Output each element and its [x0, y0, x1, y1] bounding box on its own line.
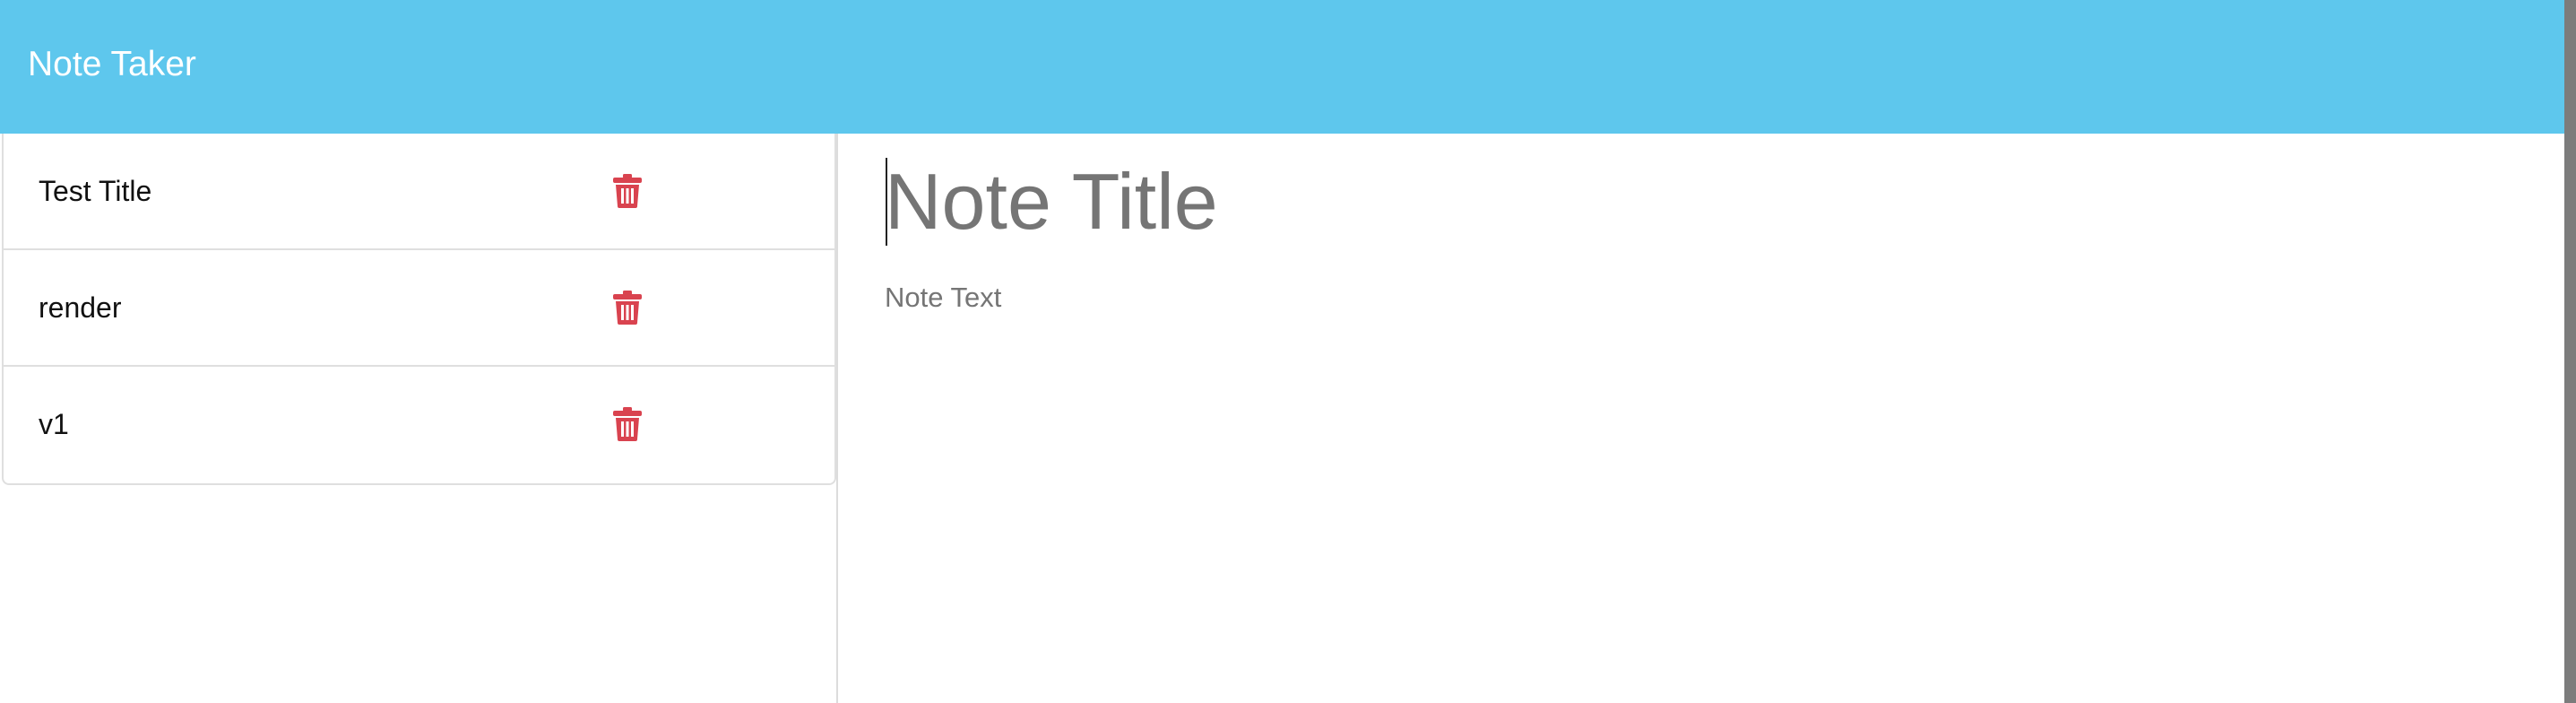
note-item-title[interactable]: render	[39, 290, 122, 325]
list-item[interactable]: v1	[4, 367, 834, 483]
trash-icon[interactable]	[613, 174, 642, 208]
note-item-title[interactable]: Test Title	[39, 173, 151, 209]
list-item[interactable]: render	[4, 250, 834, 367]
note-editor	[840, 134, 2564, 703]
trash-icon[interactable]	[613, 407, 642, 441]
note-text-input[interactable]	[885, 280, 2498, 638]
navbar: Note Taker	[0, 0, 2576, 134]
brand-link[interactable]: Note Taker	[28, 43, 196, 86]
window-edge	[2564, 0, 2576, 703]
note-title-input[interactable]	[885, 155, 2498, 248]
list-item[interactable]: Test Title	[4, 134, 834, 250]
trash-icon[interactable]	[613, 291, 642, 325]
text-caret	[886, 158, 887, 246]
sidebar: Test Title render v1	[0, 134, 838, 703]
note-item-title[interactable]: v1	[39, 406, 69, 442]
note-list: Test Title render v1	[2, 134, 836, 485]
